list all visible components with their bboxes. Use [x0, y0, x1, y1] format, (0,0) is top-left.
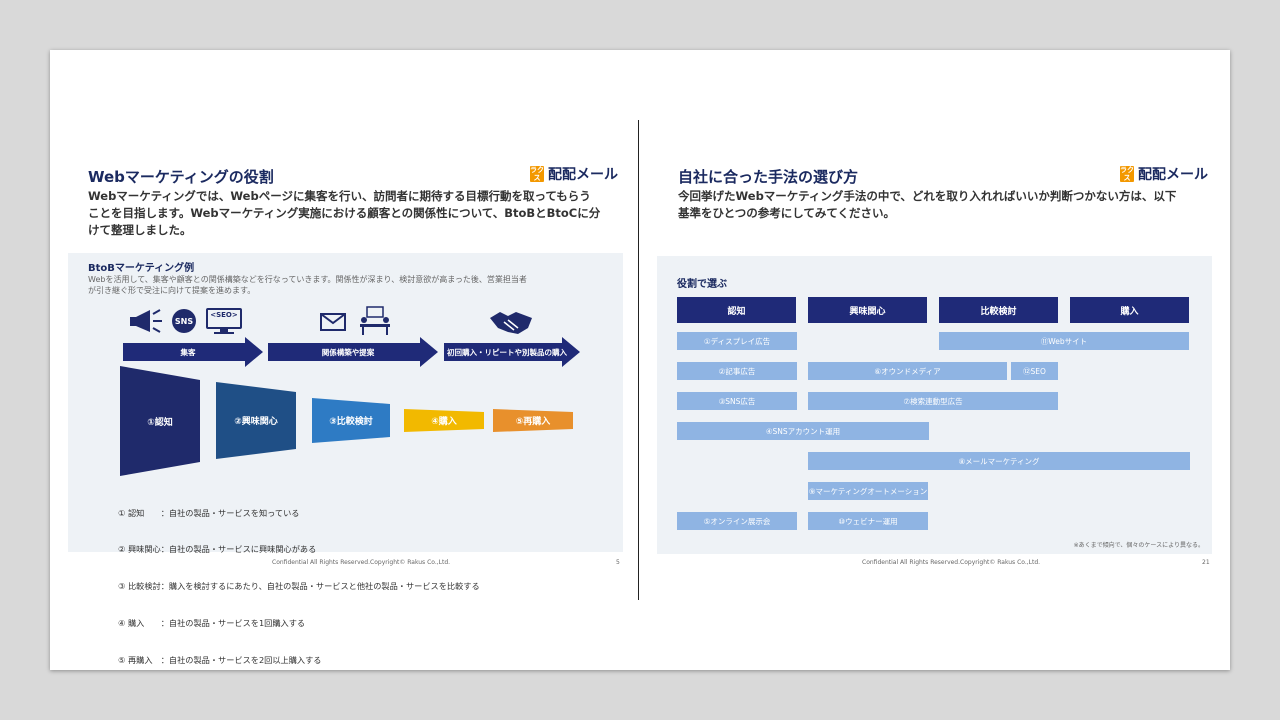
- panel-subtitle: 役割で選ぶ: [677, 279, 727, 290]
- lead-line: 今回挙げたWebマーケティング手法の中で、どれを取り入れればいいか判断つかない方…: [678, 189, 1177, 203]
- funnel-label: ③比較検討: [329, 417, 373, 427]
- role-selection-panel: 役割で選ぶ 認知 興味関心 比較検討 購入 ①ディスプレイ広告 ⑪Webサイト …: [657, 256, 1212, 554]
- definition-item: ③ 比較検討：購入を検討するにあたり、自社の製品・サービスと他社の製品・サービス…: [118, 581, 480, 592]
- bar-sns-account: ④SNSアカウント運用: [677, 422, 929, 440]
- panel-subtitle: BtoBマーケティング例: [88, 263, 195, 274]
- definition-item: ② 興味関心：自社の製品・サービスに興味関心がある: [118, 544, 317, 555]
- funnel-stage-awareness: ①認知: [120, 366, 200, 476]
- logo-text: 配配メール: [1138, 167, 1208, 183]
- right-lead: 今回挙げたWebマーケティング手法の中で、どれを取り入れればいいか判断つかない方…: [678, 188, 1208, 222]
- seo-label: <SEO>: [210, 311, 238, 319]
- funnel-stage-comparison: ③比較検討: [312, 398, 390, 443]
- sns-icon: SNS: [172, 309, 196, 333]
- arrow-label: 関係構築や提案: [321, 347, 375, 357]
- lead-line: Webマーケティングでは、Webページに集客を行い、訪問者に期待する目標行動を取…: [88, 189, 591, 203]
- seo-monitor-icon: <SEO>: [206, 308, 242, 340]
- lead-line: 基準をひとつの参考にしてみてください。: [678, 206, 896, 220]
- left-lead: Webマーケティングでは、Webページに集客を行い、訪問者に期待する目標行動を取…: [88, 188, 608, 239]
- slide-divider: [638, 120, 639, 600]
- bar-search-ads: ⑦検索連動型広告: [808, 392, 1058, 410]
- bar-owned-media: ⑥オウンドメディア: [808, 362, 1007, 380]
- bar-online-exhibition: ⑤オンライン展示会: [677, 512, 797, 530]
- arrow-acquisition: 集客: [123, 337, 263, 367]
- bar-sns-ads: ③SNS広告: [677, 392, 797, 410]
- header-awareness: 認知: [677, 297, 796, 323]
- desc-line: Webを活用して、集客や顧客との関係構築などを行なっていきます。関係性が深まり、…: [88, 275, 527, 284]
- funnel-stage-interest: ②興味関心: [216, 382, 296, 459]
- left-footer: Confidential All Rights Reserved.Copyrig…: [272, 559, 451, 566]
- header-interest: 興味関心: [808, 297, 927, 323]
- bar-seo: ⑫SEO: [1011, 362, 1058, 380]
- bar-webinar: ⑩ウェビナー運用: [808, 512, 928, 530]
- left-logo: ラクス 配配メール: [530, 164, 618, 184]
- header-purchase: 購入: [1070, 297, 1189, 323]
- desc-line: が引き継ぐ形で受注に向けて提案を進めます。: [88, 286, 256, 295]
- funnel-stage-purchase: ④購入: [404, 409, 484, 432]
- handshake-icon: [488, 308, 534, 340]
- funnel-label: ⑤再購入: [515, 417, 551, 427]
- stage-definitions: ① 認知 ：自社の製品・サービスを知っている ② 興味関心：自社の製品・サービス…: [118, 482, 480, 691]
- definition-item: ④ 購入 ：自社の製品・サービスを1回購入する: [118, 618, 306, 629]
- lead-line: けて整理しました。: [88, 223, 192, 237]
- header-comparison: 比較検討: [939, 297, 1058, 323]
- logo-text: 配配メール: [548, 167, 618, 183]
- rakus-logo-icon: ラクス: [1120, 166, 1134, 182]
- definition-item: ⑤ 再購入 ：自社の製品・サービスを2回以上購入する: [118, 655, 322, 666]
- funnel-label: ④購入: [431, 417, 457, 427]
- funnel-label: ②興味関心: [234, 417, 278, 427]
- right-slide-title: 自社に合った手法の選び方: [678, 168, 859, 186]
- meeting-icon: [358, 306, 392, 340]
- panel-note: ※あくまで傾向で、個々のケースにより異なる。: [1073, 542, 1204, 549]
- bar-website: ⑪Webサイト: [939, 332, 1189, 350]
- megaphone-icon: [128, 308, 164, 338]
- lead-line: ことを目指します。Webマーケティング実施における顧客との関係性について、Bto…: [88, 206, 601, 220]
- bar-marketing-automation: ⑨マーケティングオートメーション: [808, 482, 928, 500]
- bar-article-ads: ②記事広告: [677, 362, 797, 380]
- right-footer: Confidential All Rights Reserved.Copyrig…: [862, 559, 1041, 566]
- arrow-label: 初回購入・リピートや別製品の購入: [447, 347, 567, 357]
- left-page-number: 5: [616, 559, 620, 566]
- rakus-logo-icon: ラクス: [530, 166, 544, 182]
- left-slide-title: Webマーケティングの役割: [88, 168, 274, 186]
- funnel-stage-repurchase: ⑤再購入: [493, 409, 573, 432]
- mail-icon: [320, 313, 346, 335]
- right-page-number: 21: [1202, 559, 1210, 566]
- arrow-purchase: 初回購入・リピートや別製品の購入: [444, 337, 580, 367]
- document-sheet: Webマーケティングの役割 ラクス 配配メール Webマーケティングでは、Web…: [50, 50, 1230, 670]
- panel-desc: Webを活用して、集客や顧客との関係構築などを行なっていきます。関係性が深まり、…: [88, 274, 613, 296]
- arrow-relationship: 関係構築や提案: [268, 337, 438, 367]
- definition-item: ① 認知 ：自社の製品・サービスを知っている: [118, 507, 300, 518]
- bar-email-marketing: ⑧メールマーケティング: [808, 452, 1190, 470]
- btob-panel: BtoBマーケティング例 Webを活用して、集客や顧客との関係構築などを行なって…: [68, 253, 623, 665]
- right-logo: ラクス 配配メール: [1120, 164, 1208, 184]
- arrow-label: 集客: [180, 347, 196, 357]
- funnel-label: ①認知: [147, 417, 173, 428]
- bar-display-ads: ①ディスプレイ広告: [677, 332, 797, 350]
